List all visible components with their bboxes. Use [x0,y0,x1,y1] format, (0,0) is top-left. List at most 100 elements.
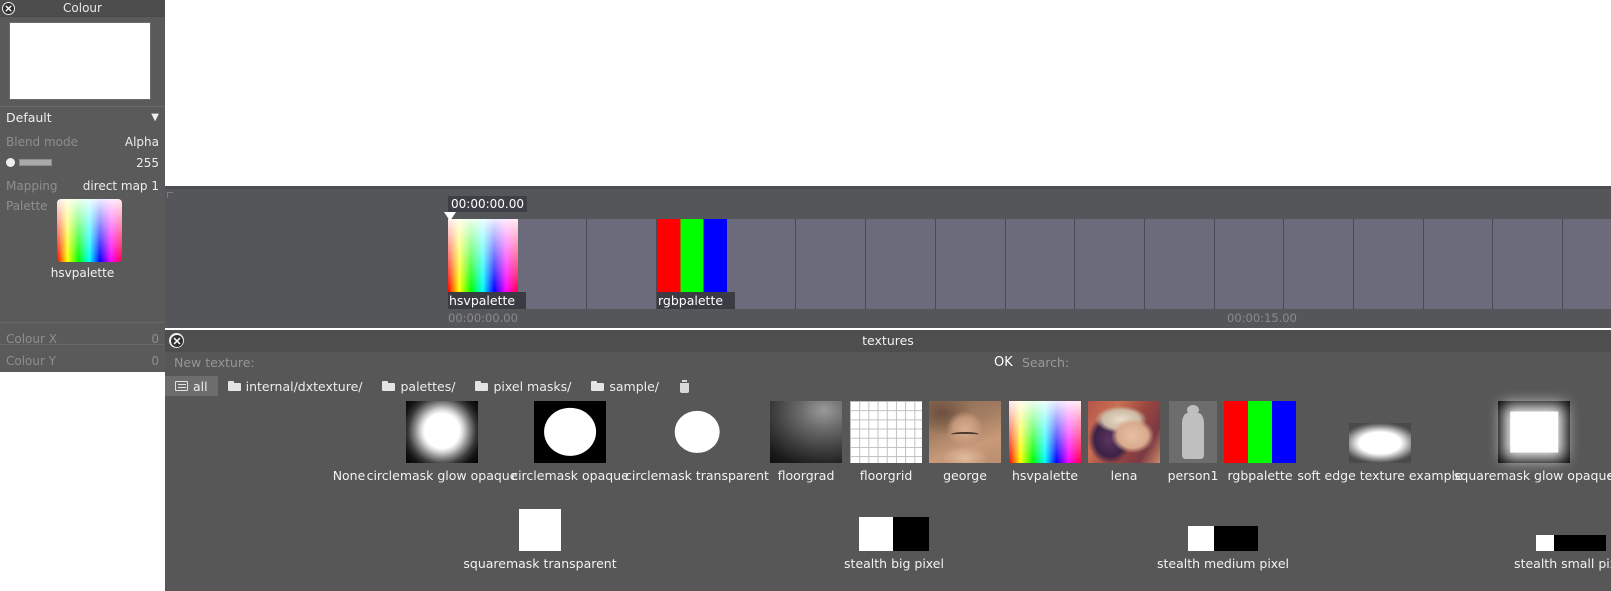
texture-tab-palettes[interactable]: palettes/ [372,376,465,396]
texture-tab-internal-dxtexture[interactable]: internal/dxtexture/ [218,376,373,396]
clip-name: rgbpalette [657,292,735,309]
stealth-black-half [1554,535,1606,551]
texture-tab-pixel-masks[interactable]: pixel masks/ [465,376,581,396]
timeline-cell[interactable] [587,219,658,309]
texture-thumbnail[interactable] [1224,401,1296,463]
texture-thumbnail[interactable] [406,401,478,463]
timeline-cell[interactable] [1563,219,1611,309]
alpha-slider-knob[interactable] [6,158,15,167]
timeline-corner-marker [167,192,173,198]
clip-thumbnail [448,219,518,292]
folder-icon [382,381,396,391]
texture-tab-label: sample/ [609,378,660,394]
texture-thumbnail[interactable] [1536,535,1606,551]
texture-thumbnail[interactable] [1188,526,1258,551]
stealth-white-half [859,517,893,551]
texture-label: soft edge texture example [1297,468,1463,483]
timeline-cell[interactable] [866,219,936,309]
texture-label: squaremask glow opaque [1453,468,1611,483]
colour-y-value: 0 [151,353,159,368]
colour-y-row[interactable]: Colour Y 0 [0,350,165,371]
texture-tab-sample[interactable]: sample/ [581,376,669,396]
texture-thumbnail[interactable] [1169,401,1217,463]
close-icon[interactable] [2,2,15,15]
textures-dialog: textures New texture: OK Search: all inte… [165,330,1611,591]
colour-panel-title: Colour [63,1,102,15]
ok-button[interactable]: OK [988,354,1019,371]
colour-x-row[interactable]: Colour X 0 [0,328,165,349]
timeline-cell[interactable] [936,219,1006,309]
mapping-row[interactable]: Mapping direct map 1 [0,175,165,196]
timeline-panel: hsvpalette rgbpalette 00:00:00.00 00:00:0… [165,186,1611,328]
timeline-cell[interactable] [518,219,588,309]
timeline-cell[interactable] [727,219,797,309]
texture-thumbnail[interactable] [519,509,561,551]
colour-preset-label: Default [6,109,52,125]
timeline-cell[interactable] [1284,219,1355,309]
texture-tab-label: pixel masks/ [493,378,572,394]
timeline-cell[interactable] [1424,219,1494,309]
texture-label: person1 [1167,468,1219,483]
texture-tab-all[interactable]: all [165,376,218,396]
texture-tab-delete[interactable] [669,376,700,396]
texture-label: circlemask opaque [511,468,629,483]
application-window: Colour Default ▼ Blend mode Alpha 255 Ma… [0,0,1611,591]
texture-tab-label: palettes/ [400,378,456,394]
texture-thumbnail[interactable] [1498,401,1570,463]
stealth-white-half [1536,535,1554,551]
timeline-cell[interactable] [1006,219,1076,309]
timeline-cell[interactable] [1075,219,1145,309]
texture-label: george [943,468,987,483]
search-input[interactable]: Search: [1022,355,1069,370]
texture-label: stealth big pixel [844,556,944,571]
colour-panel-titlebar: Colour [0,0,165,17]
mapping-value: direct map 1 [82,178,159,193]
timeline-cell[interactable] [1494,219,1564,309]
texture-thumbnail[interactable] [534,401,606,463]
mapping-label: Mapping [6,178,58,193]
palette-thumbnail[interactable] [57,199,122,262]
textures-titlebar: textures [165,330,1611,352]
alpha-value: 255 [136,155,159,170]
texture-thumbnail[interactable] [1349,423,1411,463]
texture-label: stealth small pixel [1514,556,1611,571]
texture-thumbnail[interactable] [1088,401,1160,463]
texture-tab-label: all [193,378,208,394]
alpha-slider-track[interactable] [19,159,52,166]
timeline-ruler[interactable]: 00:00:00.00 00:00:15.00 [165,309,1611,328]
timeline-track[interactable] [448,219,1611,309]
texture-thumbnail[interactable] [859,517,929,551]
texture-label: floorgrid [859,468,913,483]
timeline-clip[interactable]: hsvpalette [448,219,526,309]
timeline-top-border [165,186,1611,189]
folder-icon [591,381,605,391]
texture-label: rgbpalette [1227,468,1293,483]
alpha-slider-row[interactable]: 255 [0,152,165,173]
timeline-cell[interactable] [1354,219,1424,309]
timeline-cell[interactable] [1215,219,1285,309]
divider [0,322,165,323]
texture-label: squaremask opaque [1607,468,1611,483]
timeline-cell[interactable] [1145,219,1215,309]
texture-thumbnail[interactable] [661,401,733,463]
playhead-marker[interactable] [444,212,456,221]
timeline-cell[interactable] [797,219,867,309]
blend-mode-value: Alpha [124,134,159,149]
texture-thumbnail[interactable] [850,401,922,463]
colour-preset-dropdown[interactable]: Default ▼ [0,106,165,127]
palette-name: hsvpalette [50,266,115,280]
texture-thumbnail[interactable] [770,401,842,463]
folder-icon [227,381,241,391]
blend-mode-row[interactable]: Blend mode Alpha [0,131,165,152]
texture-folder-tabs: all internal/dxtexture/palettes/pixel mas… [165,376,1611,396]
texture-label: circlemask glow opaque [366,468,518,483]
texture-thumbnail[interactable] [1009,401,1081,463]
chevron-down-icon: ▼ [151,111,159,123]
timeline-clip[interactable]: rgbpalette [657,219,735,309]
colour-swatch-preview[interactable] [9,22,151,100]
texture-label: stealth medium pixel [1157,556,1289,571]
texture-thumbnail[interactable] [929,401,1001,463]
texture-grid: None circlemask glow opaque circlemask opa… [165,396,1611,591]
clip-name: hsvpalette [448,292,526,309]
close-icon[interactable] [169,333,184,348]
